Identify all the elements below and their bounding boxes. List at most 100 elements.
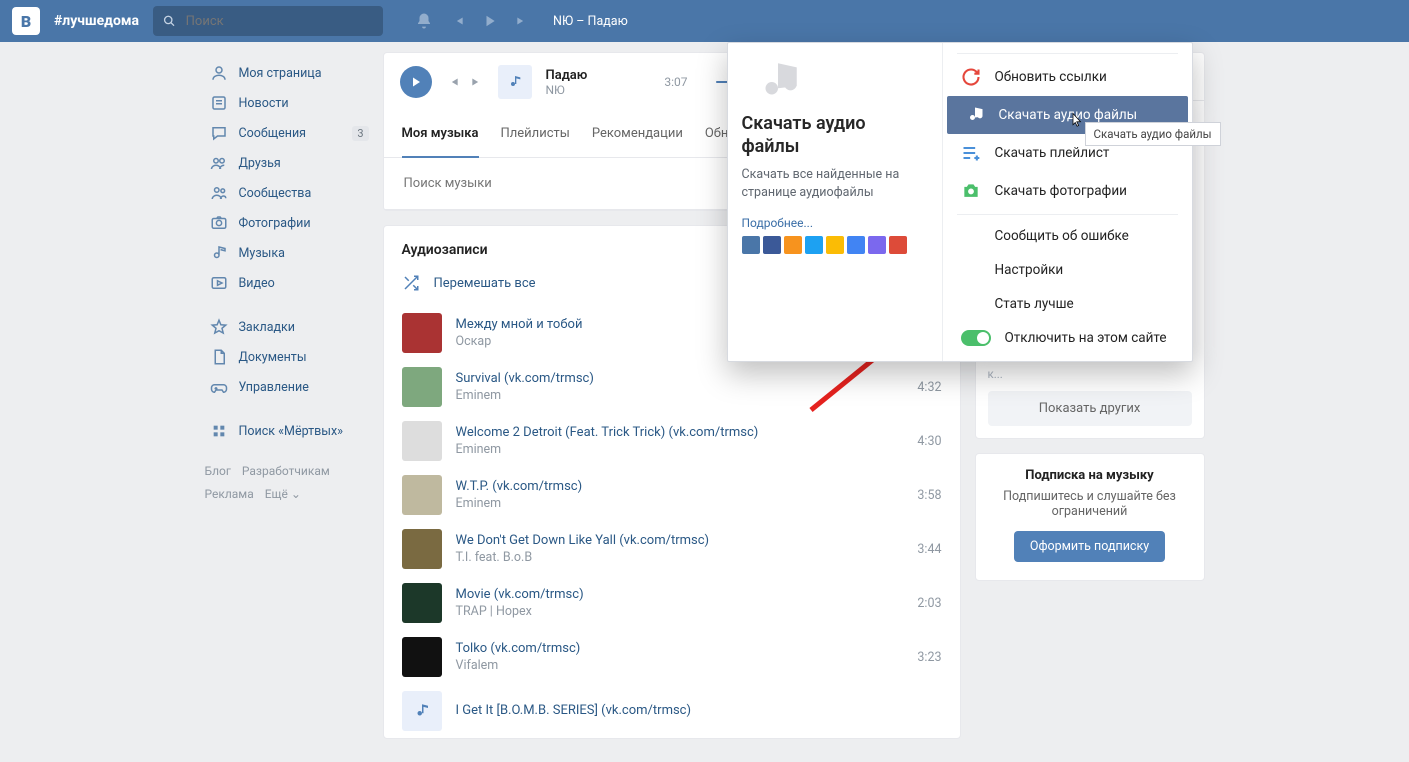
- ext-settings[interactable]: Настройки: [943, 253, 1192, 287]
- player-next-icon[interactable]: [470, 75, 484, 89]
- toggle-icon[interactable]: [961, 330, 991, 346]
- playlist-icon: [961, 143, 981, 163]
- social-icon[interactable]: [763, 236, 781, 254]
- track-duration: 4:30: [917, 434, 941, 449]
- ext-more-link[interactable]: Подробнее...: [742, 216, 928, 230]
- track-duration: 3:44: [917, 542, 941, 557]
- top-search[interactable]: [153, 6, 383, 36]
- track-row[interactable]: W.T.P. (vk.com/trmsc)Eminem 3:58: [384, 468, 960, 522]
- footer-ads[interactable]: Реклама: [205, 487, 254, 501]
- ext-disable-site[interactable]: Отключить на этом сайте: [943, 321, 1192, 355]
- ext-report[interactable]: Сообщить об ошибке: [943, 219, 1192, 253]
- hashtag[interactable]: #лучшедома: [54, 13, 139, 29]
- nav-star[interactable]: Закладки: [205, 312, 369, 342]
- photo-icon: [209, 213, 229, 233]
- nav-music[interactable]: Музыка: [205, 238, 369, 268]
- previous-icon[interactable]: [451, 14, 465, 28]
- topbar: B #лучшедома NЮ – Падаю: [0, 0, 1409, 42]
- next-icon[interactable]: [515, 14, 529, 28]
- topbar-now-playing[interactable]: NЮ – Падаю: [553, 14, 628, 29]
- track-artist: Eminem: [456, 496, 904, 511]
- music-icon: [965, 105, 985, 125]
- track-row[interactable]: I Get It [B.O.M.B. SERIES] (vk.com/trmsc…: [384, 684, 960, 738]
- social-icon[interactable]: [784, 236, 802, 254]
- track-title: Survival (vk.com/trmsc): [456, 371, 904, 388]
- music-icon: [209, 243, 229, 263]
- ext-logo-icon: [738, 57, 818, 107]
- nav-label: Музыка: [239, 246, 285, 261]
- track-row[interactable]: Tolko (vk.com/trmsc)Vifalem3:23: [384, 630, 960, 684]
- social-icon[interactable]: [805, 236, 823, 254]
- track-duration: 2:03: [917, 596, 941, 611]
- ext-download-playlist[interactable]: Скачать плейлист: [943, 134, 1192, 172]
- extension-popup: Скачать аудио файлы Скачать все найденны…: [727, 42, 1193, 362]
- tab-reco[interactable]: Рекомендации: [592, 111, 683, 157]
- player-artist: NЮ: [546, 83, 651, 97]
- audio-header: Аудиозаписи: [402, 242, 488, 258]
- player-prev-icon[interactable]: [446, 75, 460, 89]
- social-icon[interactable]: [847, 236, 865, 254]
- subscription-block: Подписка на музыку Подпишитесь и слушайт…: [975, 453, 1205, 581]
- friend-text: к...: [976, 367, 1204, 381]
- ext-left-panel: Скачать аудио файлы Скачать все найденны…: [728, 43, 943, 361]
- sub-desc: Подпишитесь и слушайте без ограничений: [990, 489, 1190, 519]
- camera-icon: [961, 181, 981, 201]
- nav-friends[interactable]: Друзья: [205, 148, 369, 178]
- play-icon[interactable]: [483, 14, 497, 28]
- sub-title: Подписка на музыку: [990, 468, 1190, 483]
- nav-msg[interactable]: Сообщения3: [205, 118, 369, 148]
- nav-label: Видео: [239, 276, 275, 291]
- track-title: W.T.P. (vk.com/trmsc): [456, 479, 904, 496]
- vk-logo[interactable]: B: [12, 7, 40, 35]
- bell-icon[interactable]: [415, 12, 433, 30]
- nav-label: Сообщества: [239, 186, 312, 201]
- nav-doc[interactable]: Документы: [205, 342, 369, 372]
- ext-improve[interactable]: Стать лучше: [943, 287, 1192, 321]
- track-artist: Vifalem: [456, 658, 904, 673]
- ext-refresh[interactable]: Обновить ссылки: [943, 58, 1192, 96]
- nav-photo[interactable]: Фотографии: [205, 208, 369, 238]
- ext-menu: Обновить ссылки Скачать аудио файлы Скач…: [943, 43, 1192, 361]
- show-more-friends[interactable]: Показать других: [988, 391, 1192, 426]
- friends-icon: [209, 153, 229, 173]
- social-icon[interactable]: [889, 236, 907, 254]
- nav-feed[interactable]: Новости: [205, 88, 369, 118]
- track-duration: 3:23: [917, 650, 941, 665]
- track-cover: [402, 637, 442, 677]
- nav-search-dead[interactable]: Поиск «Мёртвых»: [205, 416, 369, 446]
- subscribe-button[interactable]: Оформить подписку: [1014, 531, 1165, 562]
- nav-label: Документы: [239, 350, 307, 365]
- track-title: I Get It [B.O.M.B. SERIES] (vk.com/trmsc…: [456, 703, 928, 720]
- player-play-button[interactable]: [400, 66, 432, 98]
- player-cover: [498, 65, 532, 99]
- track-row[interactable]: Survival (vk.com/trmsc)Eminem4:32: [384, 360, 960, 414]
- tab-my-music[interactable]: Моя музыка: [402, 111, 479, 158]
- nav-game[interactable]: Управление: [205, 372, 369, 402]
- social-icon[interactable]: [826, 236, 844, 254]
- track-cover: [402, 367, 442, 407]
- ext-download-photos[interactable]: Скачать фотографии: [943, 172, 1192, 210]
- ext-download-audio[interactable]: Скачать аудио файлы Скачать аудио файлы: [947, 96, 1188, 134]
- social-icon[interactable]: [742, 236, 760, 254]
- nav-groups[interactable]: Сообщества: [205, 178, 369, 208]
- footer-dev[interactable]: Разработчикам: [242, 464, 330, 478]
- nav-label: Друзья: [239, 156, 281, 171]
- track-row[interactable]: We Don't Get Down Like Yall (vk.com/trms…: [384, 522, 960, 576]
- shuffle-icon: [402, 274, 420, 292]
- ext-item-label: Отключить на этом сайте: [1005, 330, 1167, 346]
- footer-more[interactable]: Ещё ⌄: [265, 487, 301, 501]
- top-search-input[interactable]: [184, 13, 373, 30]
- nav-video[interactable]: Видео: [205, 268, 369, 298]
- track-artist: Eminem: [456, 442, 904, 457]
- social-icon[interactable]: [868, 236, 886, 254]
- track-duration: 3:58: [917, 488, 941, 503]
- ext-item-label: Обновить ссылки: [995, 69, 1107, 85]
- track-row[interactable]: Welcome 2 Detroit (Feat. Trick Trick) (v…: [384, 414, 960, 468]
- track-artist: TRAP | Hopex: [456, 604, 904, 619]
- refresh-icon: [961, 67, 981, 87]
- footer-blog[interactable]: Блог: [205, 464, 231, 478]
- tab-playlists[interactable]: Плейлисты: [501, 111, 570, 157]
- user-icon: [209, 63, 229, 83]
- nav-user[interactable]: Моя страница: [205, 58, 369, 88]
- track-row[interactable]: Movie (vk.com/trmsc)TRAP | Hopex2:03: [384, 576, 960, 630]
